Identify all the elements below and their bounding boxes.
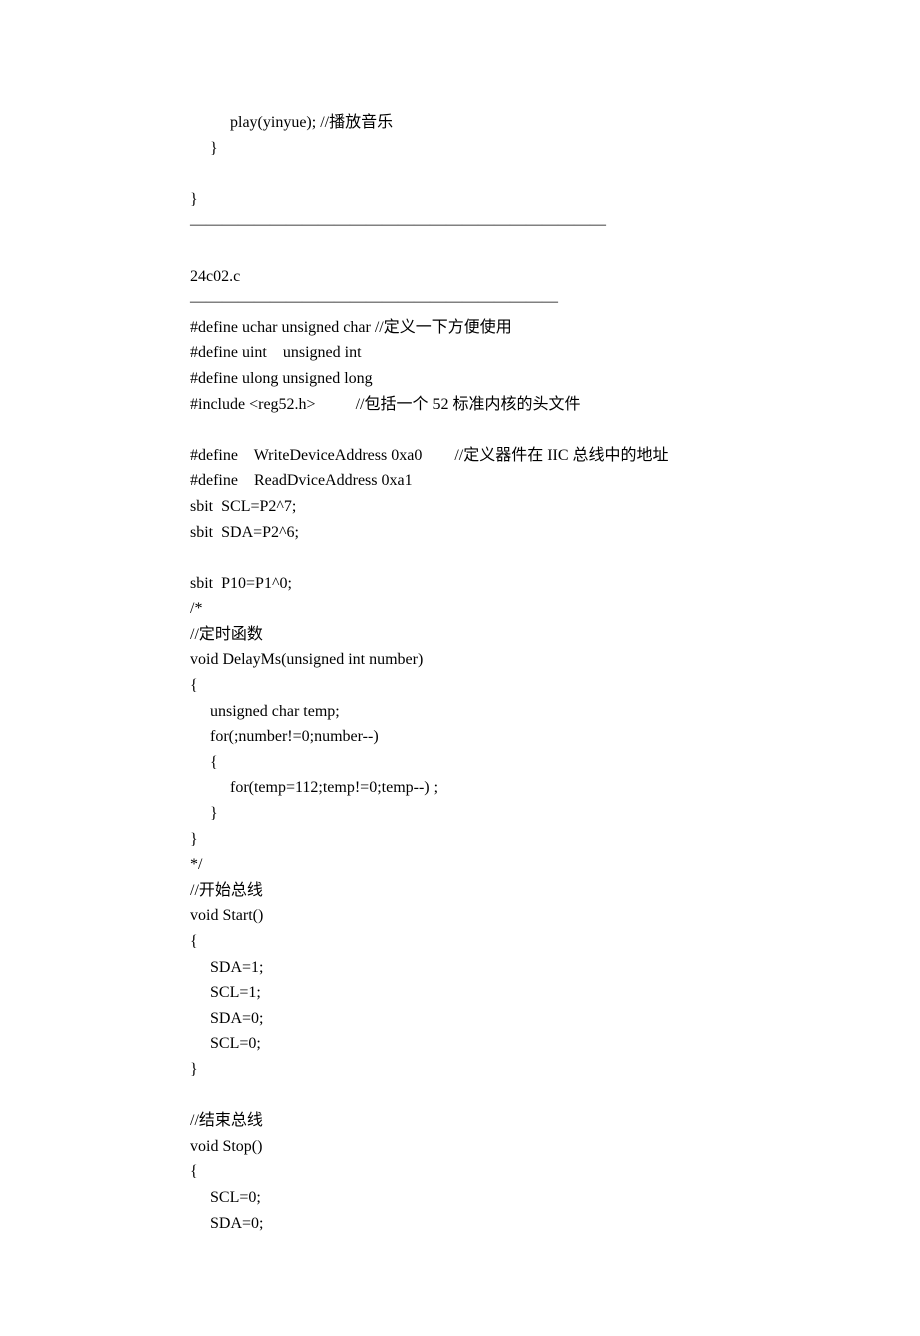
code-line: unsigned char temp; [190, 699, 730, 725]
code-line: #define uchar unsigned char //定义一下方便使用 [190, 315, 730, 341]
document-page: play(yinyue); //播放音乐 } }――――――――――――――――… [0, 0, 920, 1336]
code-line: SCL=1; [190, 980, 730, 1006]
code-line: SDA=0; [190, 1211, 730, 1237]
code-line [190, 545, 730, 571]
code-line: } [190, 801, 730, 827]
code-line: //开始总线 [190, 878, 730, 904]
code-line: } [190, 827, 730, 853]
code-line: { [190, 1159, 730, 1185]
code-line: ―――――――――――――――――――――――――― [190, 212, 730, 238]
code-line [190, 161, 730, 187]
code-line: { [190, 673, 730, 699]
code-line: SCL=0; [190, 1185, 730, 1211]
code-line: #define ulong unsigned long [190, 366, 730, 392]
code-line: ――――――――――――――――――――――― [190, 289, 730, 315]
code-line: sbit P10=P1^0; [190, 571, 730, 597]
code-line: sbit SDA=P2^6; [190, 520, 730, 546]
code-line [190, 238, 730, 264]
code-line: } [190, 1057, 730, 1083]
code-line: void Stop() [190, 1134, 730, 1160]
code-line: */ [190, 852, 730, 878]
code-line: } [190, 187, 730, 213]
code-line: for(temp=112;temp!=0;temp--) ; [190, 775, 730, 801]
code-line: /* [190, 596, 730, 622]
code-line: sbit SCL=P2^7; [190, 494, 730, 520]
code-line: for(;number!=0;number--) [190, 724, 730, 750]
code-line: { [190, 929, 730, 955]
code-line [190, 1083, 730, 1109]
code-line: void Start() [190, 903, 730, 929]
code-line: void DelayMs(unsigned int number) [190, 647, 730, 673]
code-line: { [190, 750, 730, 776]
code-line: #define uint unsigned int [190, 340, 730, 366]
code-line: } [190, 136, 730, 162]
code-line: SDA=0; [190, 1006, 730, 1032]
code-line: #include <reg52.h> //包括一个 52 标准内核的头文件 [190, 392, 730, 418]
code-block: play(yinyue); //播放音乐 } }――――――――――――――――… [190, 110, 730, 1236]
code-line: play(yinyue); //播放音乐 [190, 110, 730, 136]
code-line: SCL=0; [190, 1031, 730, 1057]
code-line: //结束总线 [190, 1108, 730, 1134]
code-line: SDA=1; [190, 955, 730, 981]
code-line: //定时函数 [190, 622, 730, 648]
code-line: #define WriteDeviceAddress 0xa0 //定义器件在 … [190, 443, 730, 469]
code-line: 24c02.c [190, 264, 730, 290]
code-line: #define ReadDviceAddress 0xa1 [190, 468, 730, 494]
code-line [190, 417, 730, 443]
